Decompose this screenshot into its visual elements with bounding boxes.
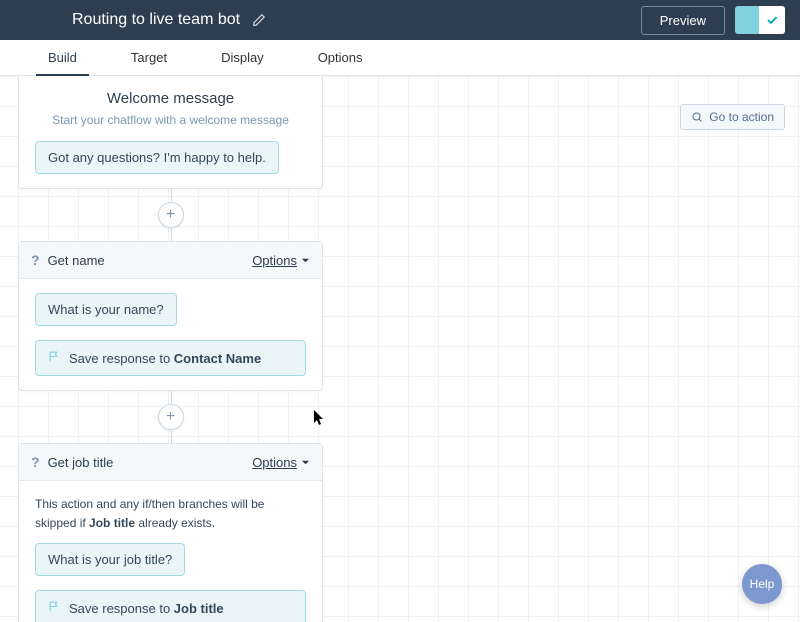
tab-options[interactable]: Options: [306, 40, 375, 75]
save-response-bar[interactable]: Save response to Contact Name: [35, 340, 306, 376]
connector-2: +: [18, 391, 323, 443]
add-action-button[interactable]: +: [158, 202, 184, 228]
card-get-job-title[interactable]: ? Get job title Options This action and …: [18, 443, 323, 622]
save-action-group: [735, 6, 785, 34]
preview-button[interactable]: Preview: [641, 6, 725, 35]
help-button[interactable]: Help: [742, 564, 782, 604]
flag-icon: [48, 350, 61, 366]
goto-action-button[interactable]: Go to action: [680, 104, 785, 130]
card-welcome[interactable]: Welcome message Start your chatflow with…: [18, 76, 323, 189]
flow-canvas[interactable]: Go to action Welcome message Start your …: [0, 76, 800, 622]
card-options-dropdown[interactable]: Options: [252, 253, 310, 268]
question-icon: ?: [31, 252, 40, 268]
connector-1: +: [18, 189, 323, 241]
save-response-text: Save response to Job title: [69, 601, 224, 616]
tab-build[interactable]: Build: [36, 40, 89, 75]
welcome-message-chip[interactable]: Got any questions? I'm happy to help.: [35, 141, 279, 174]
tab-display[interactable]: Display: [209, 40, 276, 75]
goto-action-label: Go to action: [709, 110, 774, 124]
get-job-title: Get job title: [48, 455, 114, 470]
flag-icon: [48, 600, 61, 616]
tab-bar: Build Target Display Options: [0, 40, 800, 76]
options-label: Options: [252, 455, 297, 470]
card-get-name[interactable]: ? Get name Options What is your name? Sa…: [18, 241, 323, 391]
page-title: Routing to live team bot: [72, 11, 240, 29]
app-header: Routing to live team bot Preview: [0, 0, 800, 40]
save-response-text: Save response to Contact Name: [69, 351, 261, 366]
options-label: Options: [252, 253, 297, 268]
get-name-title: Get name: [48, 253, 105, 268]
chevron-down-icon: [301, 458, 310, 467]
add-action-button[interactable]: +: [158, 404, 184, 430]
tab-target[interactable]: Target: [119, 40, 179, 75]
get-name-prompt-chip[interactable]: What is your name?: [35, 293, 177, 326]
welcome-subtitle: Start your chatflow with a welcome messa…: [35, 113, 306, 127]
card-options-dropdown[interactable]: Options: [252, 455, 310, 470]
chevron-down-icon: [301, 256, 310, 265]
get-job-prompt-chip[interactable]: What is your job title?: [35, 543, 185, 576]
question-icon: ?: [31, 454, 40, 470]
edit-title-icon[interactable]: [252, 13, 266, 27]
dropdown-toggle[interactable]: [735, 6, 759, 34]
skip-condition-text: This action and any if/then branches wil…: [35, 495, 306, 533]
confirm-button[interactable]: [759, 6, 785, 34]
save-response-bar[interactable]: Save response to Job title: [35, 590, 306, 622]
cursor-pointer: [314, 410, 326, 426]
welcome-title: Welcome message: [35, 90, 306, 107]
